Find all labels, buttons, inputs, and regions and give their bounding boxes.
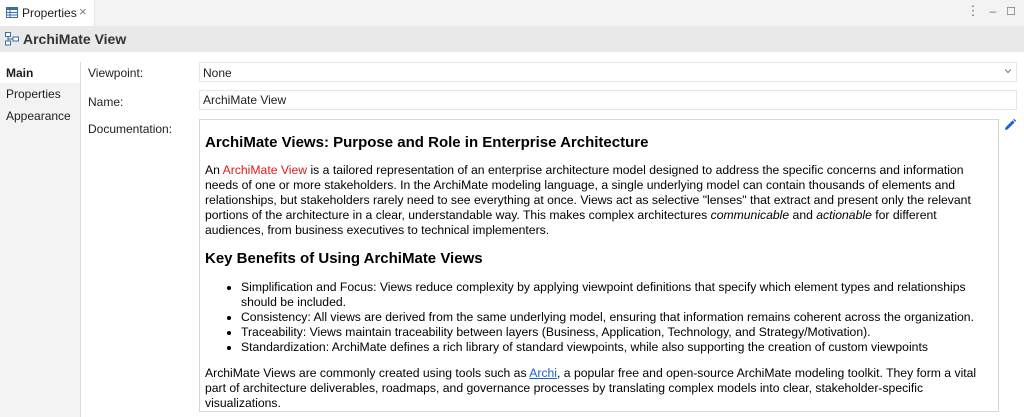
list-item: Consistency: All views are derived from …	[241, 310, 986, 325]
view-menu-icon[interactable]: ⋮	[966, 3, 979, 19]
doc-highlight-term: ArchiMate View	[222, 163, 308, 177]
window-controls: ⋮ – ☐	[966, 3, 1016, 19]
property-section-tabs: Main Properties Appearance	[0, 62, 81, 417]
documentation-editor[interactable]: ArchiMate Views: Purpose and Role in Ent…	[199, 119, 999, 412]
viewpoint-select[interactable]: None	[199, 62, 1017, 82]
list-item: Traceability: Views maintain traceabilit…	[241, 325, 986, 340]
properties-header: ArchiMate View	[0, 26, 1024, 52]
view-tab-bar: Properties × ⋮ – ☐	[0, 0, 1024, 27]
doc-text: ArchiMate Views are commonly created usi…	[205, 366, 530, 380]
documentation-label: Documentation:	[88, 122, 173, 136]
close-icon[interactable]: ×	[79, 4, 87, 19]
doc-emphasis: communicable	[710, 208, 790, 222]
doc-heading-1: ArchiMate Views: Purpose and Role in Ent…	[205, 134, 649, 151]
doc-emphasis: actionable	[816, 208, 872, 222]
list-item: Simplification and Focus: Views reduce c…	[241, 280, 986, 310]
tab-properties[interactable]: Properties ×	[0, 0, 95, 26]
tab-properties-section[interactable]: Properties	[0, 83, 80, 104]
doc-bullet-list: Simplification and Focus: Views reduce c…	[205, 280, 986, 355]
tab-properties-label: Properties	[6, 87, 61, 101]
maximize-icon[interactable]: ☐	[1006, 5, 1016, 18]
doc-heading-2: Key Benefits of Using ArchiMate Views	[205, 250, 483, 267]
doc-paragraph-1: An ArchiMate View is a tailored represen…	[205, 163, 986, 238]
properties-table-icon	[6, 7, 18, 18]
tab-appearance-label: Appearance	[6, 109, 71, 123]
viewpoint-value: None	[203, 66, 232, 80]
minimize-icon[interactable]: –	[989, 4, 996, 18]
pencil-icon[interactable]	[1004, 119, 1016, 131]
tab-label: Properties	[22, 6, 77, 20]
tab-main-label: Main	[6, 66, 34, 80]
name-field[interactable]	[199, 90, 1017, 110]
chevron-down-icon	[1004, 69, 1012, 74]
list-item: Standardization: ArchiMate defines a ric…	[241, 340, 986, 355]
archi-link[interactable]: Archi	[529, 366, 557, 380]
doc-text: and	[789, 208, 817, 222]
tab-main[interactable]: Main	[0, 62, 80, 83]
doc-text: An	[205, 163, 223, 177]
page-title: ArchiMate View	[23, 31, 127, 47]
name-label: Name:	[88, 95, 124, 109]
doc-paragraph-2: ArchiMate Views are commonly created usi…	[205, 366, 986, 411]
archimate-view-icon	[5, 32, 19, 46]
tab-appearance[interactable]: Appearance	[0, 105, 80, 126]
viewpoint-label: Viewpoint:	[88, 66, 144, 80]
